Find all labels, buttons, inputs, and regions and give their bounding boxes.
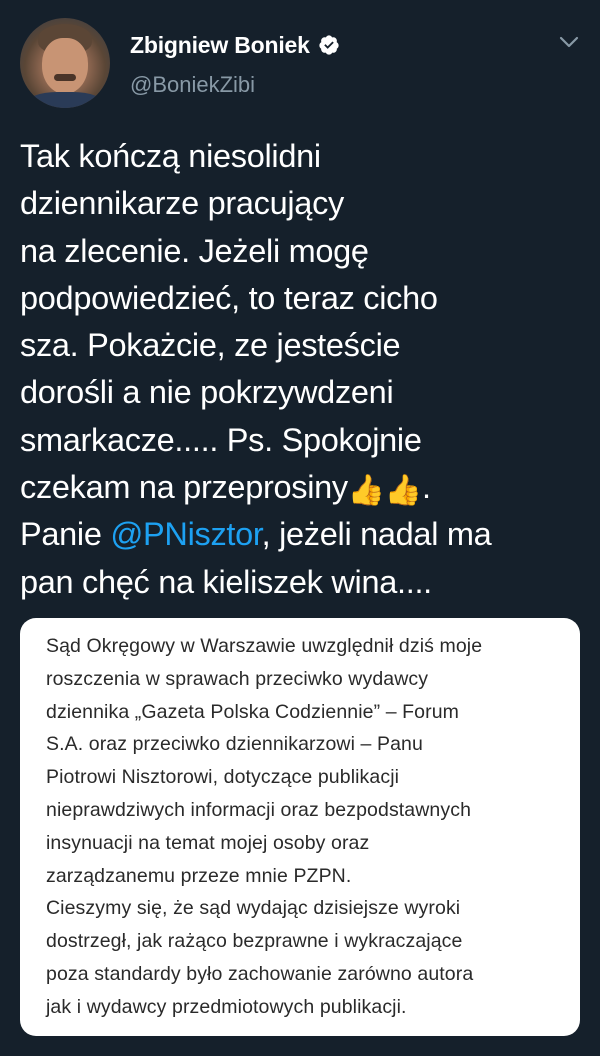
tweet-line: czekam na przeprosiny👍👍. bbox=[20, 464, 580, 511]
name-row: Zbigniew Boniek bbox=[130, 30, 340, 60]
tweet-line: smarkacze..... Ps. Spokojnie bbox=[20, 421, 422, 458]
attached-image-card[interactable]: Sąd Okręgowy w Warszawie uwzględnił dziś… bbox=[20, 618, 580, 1036]
chevron-down-icon[interactable] bbox=[558, 34, 580, 50]
card-line: nieprawdziwych informacji oraz bezpodsta… bbox=[46, 798, 472, 821]
tweet-line-suffix: , jeżeli nadal ma bbox=[261, 516, 492, 553]
tweet-text: Tak kończą niesolidni dziennikarze pracu… bbox=[20, 133, 580, 606]
tweet-line: podpowiedzieć, to teraz cicho bbox=[20, 279, 438, 316]
card-line: Piotrowi Nisztorowi, dotyczące publikacj… bbox=[46, 766, 400, 789]
tweet-line: Panie @PNisztor, jeżeli nadal ma bbox=[20, 511, 580, 558]
avatar-shirt bbox=[26, 92, 104, 108]
tweet-line-end: . bbox=[421, 469, 431, 506]
card-line: S.A. oraz przeciwko dziennikarzowi – Pan… bbox=[46, 733, 423, 756]
card-line: zarządzanemu przeze mnie PZPN. bbox=[46, 864, 352, 887]
card-line: dostrzegł, jak rażąco bezprawne i wykrac… bbox=[46, 930, 463, 953]
avatar-face bbox=[42, 38, 88, 94]
user-handle[interactable]: @BoniekZibi bbox=[130, 72, 255, 98]
card-line: roszczenia w sprawach przeciwko wydawcy bbox=[46, 667, 429, 690]
verified-badge-icon bbox=[319, 35, 339, 55]
tweet-line: na zlecenie. Jeżeli mogę bbox=[20, 232, 369, 269]
avatar-mustache bbox=[54, 74, 76, 81]
card-line: poza standardy było zachowanie zarówno a… bbox=[46, 962, 474, 985]
avatar[interactable] bbox=[20, 18, 110, 108]
tweet-line-prefix: Panie bbox=[20, 516, 111, 553]
tweet-line: pan chęć na kieliszek wina.... bbox=[20, 563, 432, 600]
card-line: Cieszymy się, że sąd wydając dzisiejsze … bbox=[46, 897, 461, 920]
card-line: jak i wydawcy przedmiotowych publikacji. bbox=[46, 995, 407, 1018]
tweet-line: dziennikarze pracujący bbox=[20, 185, 344, 222]
card-line: Sąd Okręgowy w Warszawie uwzględnił dziś… bbox=[46, 635, 483, 657]
mention-link[interactable]: @PNisztor bbox=[110, 516, 262, 552]
card-line: insynuacji na temat mojej osoby oraz bbox=[46, 831, 370, 854]
tweet-line: sza. Pokażcie, ze jesteście bbox=[20, 327, 401, 364]
thumbs-up-icon: 👍👍 bbox=[347, 474, 422, 508]
tweet-line-text: czekam na przeprosiny bbox=[20, 469, 348, 506]
display-name[interactable]: Zbigniew Boniek bbox=[130, 32, 310, 59]
tweet-line: dorośli a nie pokrzywdzeni bbox=[20, 374, 394, 411]
tweet-header: Zbigniew Boniek @BoniekZibi bbox=[20, 18, 580, 114]
tweet-line: Tak kończą niesolidni bbox=[20, 138, 321, 174]
card-line: dziennika „Gazeta Polska Codziennie” – F… bbox=[46, 700, 460, 723]
